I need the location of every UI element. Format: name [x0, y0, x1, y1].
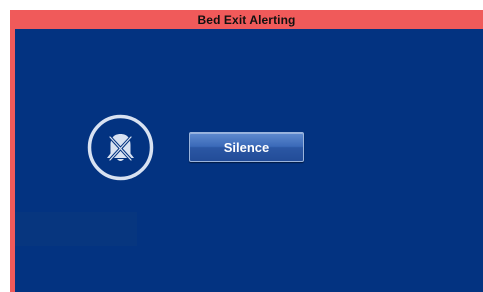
page-title: Bed Exit Alerting [197, 12, 296, 27]
title-bar: Bed Exit Alerting [10, 10, 483, 29]
background-panel [15, 212, 137, 246]
alarm-silenced-icon [87, 114, 154, 181]
silence-button[interactable]: Silence [189, 132, 304, 162]
